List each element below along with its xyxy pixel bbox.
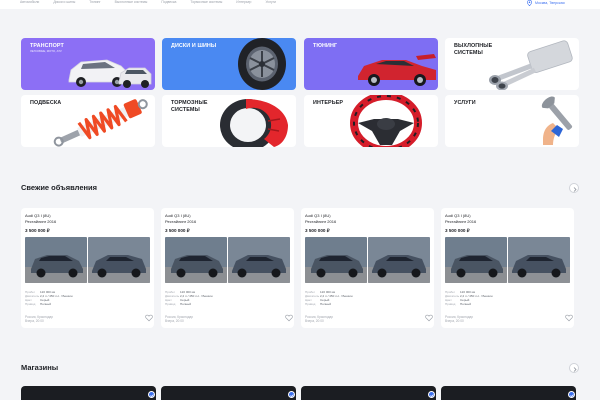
top-navigation: Автомобили Диски и шины Тюнинг Выхлопные…: [0, 0, 600, 9]
category-tile-brakes[interactable]: Тормозные системы: [162, 95, 296, 147]
wrench-icon: [541, 96, 573, 145]
listing-card[interactable]: Audi Q3 I (8U) Рестайлинг 2016 3 500 000…: [301, 208, 434, 328]
tuned-car-icon: [358, 54, 436, 86]
chevron-right-icon: [573, 186, 577, 192]
verified-badge-icon: [288, 391, 295, 398]
listing-specs: Пробег 120 000 км Двигатель 2,2 л / 450 л.…: [305, 290, 353, 306]
listing-specs: Пробег 120 000 км Двигатель 2,2 л / 450 л.…: [445, 290, 493, 306]
listing-subtitle: Рестайлинг 2016: [25, 219, 57, 224]
brake-caliper-icon: [220, 99, 288, 147]
top-nav-item-cars[interactable]: Автомобили: [20, 0, 39, 5]
fresh-next-button[interactable]: [569, 183, 579, 193]
top-nav-item-wheels[interactable]: Диски и шины: [53, 0, 75, 5]
listing-photos[interactable]: [305, 237, 430, 283]
listing-specs: Пробег 120 000 км Двигатель 2,2 л / 450 л.…: [165, 290, 213, 306]
category-tile-services[interactable]: Услуги: [445, 95, 579, 147]
section-title-fresh: Свежие объявления: [21, 183, 98, 192]
listing-photo[interactable]: [165, 237, 227, 283]
shop-card[interactable]: [441, 386, 576, 400]
shop-card[interactable]: [301, 386, 436, 400]
heart-icon[interactable]: [285, 314, 293, 322]
listing-photo[interactable]: [445, 237, 507, 283]
listing-title[interactable]: Audi Q3 I (8U): [165, 213, 191, 218]
category-label: Тормозные системы: [171, 100, 208, 113]
heart-icon[interactable]: [425, 314, 433, 322]
listing-price: 3 500 000 ₽: [305, 228, 330, 233]
listing-specs: Пробег 120 000 км Двигатель 2,2 л / 450 л.…: [25, 290, 73, 306]
verified-badge-icon: [568, 391, 575, 398]
listing-photo[interactable]: [368, 237, 430, 283]
category-tile-interior[interactable]: Интерьер: [304, 95, 438, 147]
category-tile-wheels[interactable]: Диски и шины: [162, 38, 296, 90]
verified-badge-icon: [428, 391, 435, 398]
top-nav-item-brakes[interactable]: Тормозные системы: [190, 0, 222, 5]
section-title-shops: Магазины: [21, 363, 59, 372]
listing-photo[interactable]: [88, 237, 150, 283]
category-label: Услуги: [454, 100, 476, 106]
top-nav-item-suspension[interactable]: Подвеска: [161, 0, 176, 5]
listing-price: 3 500 000 ₽: [25, 228, 50, 233]
listing-photo[interactable]: [25, 237, 87, 283]
category-label: Интерьер: [313, 100, 344, 106]
listing-title[interactable]: Audi Q3 I (8U): [445, 213, 471, 218]
listing-card[interactable]: Audi Q3 I (8U) Рестайлинг 2016 3 500 000…: [441, 208, 574, 328]
spec-row: Привод Полный: [165, 302, 191, 306]
listing-title[interactable]: Audi Q3 I (8U): [305, 213, 331, 218]
steering-wheel-icon: [350, 95, 422, 147]
shop-card[interactable]: [161, 386, 296, 400]
category-tile-suspension[interactable]: Подвеска: [21, 95, 155, 147]
listing-photo[interactable]: [508, 237, 570, 283]
top-nav-item-exhaust[interactable]: Выхлопные системы: [115, 0, 148, 5]
location-pin-icon: [527, 0, 532, 6]
shock-absorber-icon: [53, 99, 148, 147]
spec-row: Привод Полный: [305, 302, 331, 306]
listing-location: Россия, Краснодар Вчера, 20:00: [445, 315, 474, 323]
listing-location: Россия, Краснодар Вчера, 20:00: [305, 315, 334, 323]
listing-price: 3 500 000 ₽: [165, 228, 190, 233]
heart-icon[interactable]: [145, 314, 153, 322]
listing-photos[interactable]: [25, 237, 150, 283]
category-label: Тюнинг: [313, 43, 338, 49]
listing-date: Вчера, 20:00: [165, 319, 184, 323]
listing-price: 3 500 000 ₽: [445, 228, 470, 233]
car-icon: [68, 59, 152, 88]
location-label: Москва, Тверская: [535, 0, 565, 5]
tire-icon: [238, 38, 286, 90]
shops-next-button[interactable]: [569, 363, 579, 373]
spec-row: Привод Полный: [25, 302, 51, 306]
category-sublabel: Легковые, мото, ATV: [30, 49, 62, 53]
category-tile-transport[interactable]: Транспорт Легковые, мото, ATV: [21, 38, 155, 90]
category-tile-exhaust[interactable]: Выхлопные системы: [445, 38, 579, 90]
listing-subtitle: Рестайлинг 2016: [165, 219, 197, 224]
listing-photo[interactable]: [305, 237, 367, 283]
top-nav-items: Автомобили Диски и шины Тюнинг Выхлопные…: [20, 0, 290, 5]
listing-card[interactable]: Audi Q3 I (8U) Рестайлинг 2016 3 500 000…: [21, 208, 154, 328]
listing-date: Вчера, 20:00: [445, 319, 464, 323]
top-nav-item-services[interactable]: Услуги: [265, 0, 275, 5]
listing-photos[interactable]: [445, 237, 570, 283]
category-label: Диски и шины: [171, 43, 217, 49]
listing-photos[interactable]: [165, 237, 290, 283]
top-nav-item-interior[interactable]: Интерьер: [236, 0, 251, 5]
spec-row: Привод Полный: [445, 302, 471, 306]
listing-location: Россия, Краснодар Вчера, 20:00: [25, 315, 54, 323]
listing-subtitle: Рестайлинг 2016: [305, 219, 337, 224]
listing-date: Вчера, 20:00: [305, 319, 324, 323]
listing-photo[interactable]: [228, 237, 290, 283]
heart-icon[interactable]: [565, 314, 573, 322]
top-nav-item-tuning[interactable]: Тюнинг: [89, 0, 100, 5]
listing-location: Россия, Краснодар Вчера, 20:00: [165, 315, 194, 323]
shop-card[interactable]: [21, 386, 156, 400]
location-selector[interactable]: Москва, Тверская: [527, 0, 565, 6]
listing-card[interactable]: Audi Q3 I (8U) Рестайлинг 2016 3 500 000…: [161, 208, 294, 328]
exhaust-icon: [489, 40, 573, 90]
category-tile-tuning[interactable]: Тюнинг: [304, 38, 438, 90]
chevron-right-icon: [573, 366, 577, 372]
verified-badge-icon: [148, 391, 155, 398]
listing-subtitle: Рестайлинг 2016: [445, 219, 477, 224]
listing-title[interactable]: Audi Q3 I (8U): [25, 213, 51, 218]
listing-date: Вчера, 20:00: [25, 319, 44, 323]
